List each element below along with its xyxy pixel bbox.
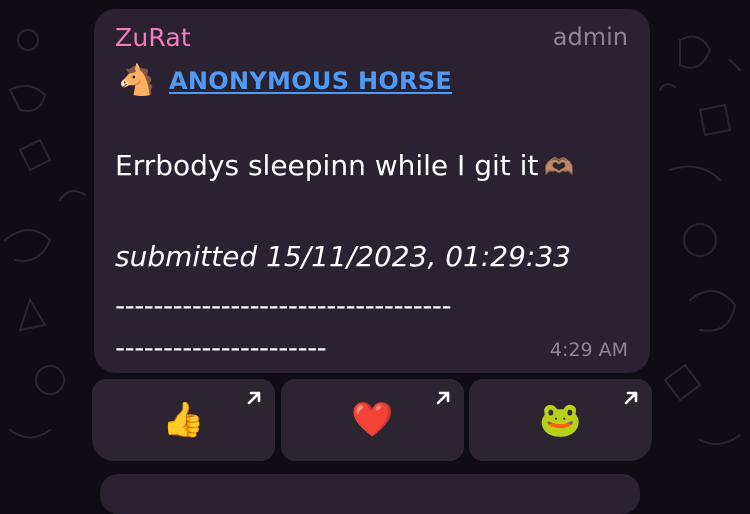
dash-separator-line-1: ----------------------------------- xyxy=(115,289,452,322)
arrow-up-right-icon xyxy=(624,391,638,405)
author-row: 🐴 ANONYMOUS HORSE xyxy=(118,61,452,101)
message-body: Errbodys sleepinn while I git it xyxy=(115,149,539,182)
message-bubble[interactable]: ZuRat admin 🐴 ANONYMOUS HORSE Errbodys s… xyxy=(94,9,650,373)
message-text: Errbodys sleepinn while I git it 🫶🏽 xyxy=(115,149,574,182)
submitted-timestamp: submitted 15/11/2023, 01:29:33 xyxy=(115,240,571,273)
red-heart-emoji-icon: ❤️ xyxy=(351,400,394,440)
arrow-up-right-icon xyxy=(436,391,450,405)
frog-emoji-icon: 🐸 xyxy=(539,400,582,440)
sender-name[interactable]: ZuRat xyxy=(115,23,191,52)
reaction-button-frog[interactable]: 🐸 xyxy=(469,379,652,461)
reaction-button-heart[interactable]: ❤️ xyxy=(281,379,464,461)
message-time: 4:29 AM xyxy=(549,339,628,361)
reaction-button-thumbs-up[interactable]: 👍 xyxy=(92,379,275,461)
heart-hands-emoji-icon: 🫶🏽 xyxy=(544,153,575,181)
sender-role-badge: admin xyxy=(552,23,628,51)
author-mention-link[interactable]: ANONYMOUS HORSE xyxy=(169,67,452,95)
thumbs-up-emoji-icon: 👍 xyxy=(162,400,205,440)
dash-separator-line-2: ---------------------- xyxy=(115,331,327,364)
horse-emoji-icon: 🐴 xyxy=(118,63,156,98)
next-message-bubble[interactable] xyxy=(100,474,640,514)
inline-keyboard: 👍 ❤️ 🐸 xyxy=(92,379,652,461)
arrow-up-right-icon xyxy=(247,391,261,405)
